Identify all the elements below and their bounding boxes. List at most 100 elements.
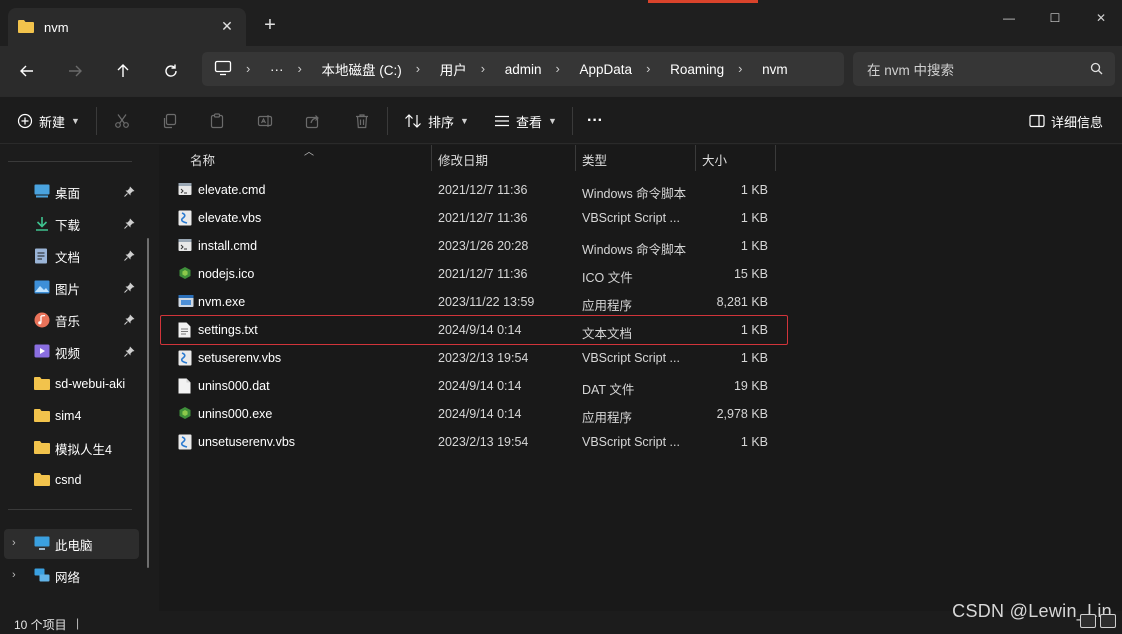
column-divider[interactable] xyxy=(575,145,576,171)
pin-icon[interactable] xyxy=(124,282,135,296)
sidebar-item-this-pc[interactable]: › 此电脑 xyxy=(4,529,139,559)
more-options-button[interactable]: ··· xyxy=(587,109,603,133)
file-row[interactable]: install.cmd 2023/1/26 20:28 Windows 命令脚本 1 … xyxy=(159,232,789,260)
file-row[interactable]: elevate.vbs 2021/12/7 11:36 VBScript Scrip… xyxy=(159,204,789,232)
copy-button[interactable] xyxy=(162,109,178,133)
refresh-icon xyxy=(165,64,177,77)
details-pane-button[interactable]: 详细信息 xyxy=(1029,109,1103,133)
sidebar-item[interactable]: sd-webui-aki xyxy=(0,369,140,399)
sidebar-item[interactable]: 下载 xyxy=(0,209,140,239)
column-header-modified[interactable]: 修改日期 xyxy=(438,145,488,173)
sidebar-item[interactable]: 模拟人生4 xyxy=(0,433,140,463)
new-label: 新建 xyxy=(39,114,66,130)
details-pane-icon xyxy=(1029,114,1045,128)
pin-icon[interactable] xyxy=(124,186,135,200)
column-header-size[interactable]: 大小 xyxy=(702,145,727,173)
file-row[interactable]: nvm.exe 2023/11/22 13:59 应用程序 8,281 KB xyxy=(159,288,789,316)
share-button[interactable] xyxy=(305,109,321,133)
breadcrumb-users[interactable]: 用户 xyxy=(440,59,467,79)
file-row[interactable]: nodejs.ico 2021/12/7 11:36 ICO 文件 15 KB xyxy=(159,260,789,288)
forward-button[interactable] xyxy=(61,57,89,85)
folder-icon xyxy=(34,472,50,489)
back-button[interactable] xyxy=(13,57,41,85)
sort-ascending-icon: ︿ xyxy=(304,147,314,158)
pin-icon[interactable] xyxy=(124,314,135,328)
column-divider[interactable] xyxy=(431,145,432,171)
close-window-button[interactable]: ✕ xyxy=(1078,6,1122,30)
up-arrow-icon xyxy=(117,64,129,77)
cut-icon xyxy=(115,114,129,128)
file-row[interactable]: elevate.cmd 2021/12/7 11:36 Windows 命令脚本 1 … xyxy=(159,176,789,204)
tiles-view-button[interactable] xyxy=(1100,614,1116,628)
file-type: Windows 命令脚本 xyxy=(582,243,687,257)
vbs-file-icon xyxy=(178,210,192,229)
sidebar-item[interactable]: 音乐 xyxy=(0,305,140,335)
file-modified: 2024/9/14 0:14 xyxy=(438,379,522,393)
file-row[interactable]: unsetuserenv.vbs 2023/2/13 19:54 VBScript … xyxy=(159,428,789,456)
sidebar-item[interactable]: 图片 xyxy=(0,273,140,303)
music-icon xyxy=(34,312,50,331)
sidebar-scrollbar[interactable] xyxy=(147,238,149,568)
rename-button[interactable] xyxy=(257,109,273,133)
file-list: ︿ 名称 修改日期 类型 大小 elevate.cmd 2021/12/7 11:… xyxy=(159,145,1122,611)
pin-icon[interactable] xyxy=(124,250,135,264)
file-size: 1 KB xyxy=(740,239,768,253)
chevron-right-icon: › xyxy=(480,61,486,76)
file-row[interactable]: unins000.exe 2024/9/14 0:14 应用程序 2,978 KB xyxy=(159,400,789,428)
column-divider[interactable] xyxy=(695,145,696,171)
maximize-button[interactable]: ☐ xyxy=(1032,6,1078,30)
divider xyxy=(96,107,97,135)
breadcrumb-drive[interactable]: 本地磁盘 (C:) xyxy=(322,59,402,79)
search-input[interactable]: 在 nvm 中搜索 xyxy=(867,59,954,79)
new-tab-button[interactable]: + xyxy=(258,14,282,38)
sidebar-item-label: 桌面 xyxy=(55,186,81,201)
nodejs-icon xyxy=(178,266,192,283)
sidebar-item[interactable]: 文档 xyxy=(0,241,140,271)
sidebar-item-label: 视频 xyxy=(55,346,81,361)
navigation-bar: › ··· › 本地磁盘 (C:) › 用户 › admin › AppData… xyxy=(0,46,1122,96)
chevron-right-icon[interactable]: › xyxy=(12,569,16,581)
tab-close-button[interactable]: ✕ xyxy=(218,17,236,35)
chevron-right-icon: › xyxy=(555,61,560,76)
file-type: VBScript Script ... xyxy=(582,351,680,365)
refresh-button[interactable] xyxy=(157,57,185,85)
breadcrumb-roaming[interactable]: Roaming xyxy=(670,62,724,77)
column-divider[interactable] xyxy=(775,145,776,171)
file-size: 8,281 KB xyxy=(716,295,768,309)
tab-nvm[interactable]: nvm ✕ xyxy=(8,8,246,46)
cmd-file-icon xyxy=(178,182,192,199)
sidebar-item[interactable]: csnd xyxy=(0,465,140,495)
address-bar[interactable]: › ··· › 本地磁盘 (C:) › 用户 › admin › AppData… xyxy=(202,52,844,86)
view-button[interactable]: 查看 ▼ xyxy=(494,109,557,133)
sidebar-item-label: 模拟人生4 xyxy=(55,442,112,457)
sidebar-item[interactable]: 桌面 xyxy=(0,177,140,207)
paste-button[interactable] xyxy=(209,109,225,133)
chevron-right-icon: › xyxy=(297,61,302,76)
file-size: 1 KB xyxy=(740,351,768,365)
sort-button[interactable]: 排序 ▼ xyxy=(404,109,469,133)
breadcrumb-nvm[interactable]: nvm xyxy=(762,62,788,77)
share-icon xyxy=(305,115,319,129)
file-row[interactable]: setuserenv.vbs 2023/2/13 19:54 VBScript Sc… xyxy=(159,344,789,372)
sidebar-item[interactable]: sim4 xyxy=(0,401,140,431)
column-header-name[interactable]: 名称 xyxy=(190,145,215,173)
pin-icon[interactable] xyxy=(124,346,135,360)
chevron-right-icon[interactable]: › xyxy=(12,537,16,549)
details-view-button[interactable] xyxy=(1080,614,1096,628)
search-box[interactable]: 在 nvm 中搜索 xyxy=(853,52,1115,86)
sidebar-item-network[interactable]: › 网络 xyxy=(0,561,140,591)
breadcrumb-appdata[interactable]: AppData xyxy=(580,62,633,77)
breadcrumb-admin[interactable]: admin xyxy=(505,62,542,77)
new-button[interactable]: 新建 ▼ xyxy=(17,109,80,133)
forward-arrow-icon xyxy=(69,65,82,77)
folder-icon xyxy=(34,376,50,393)
delete-button[interactable] xyxy=(354,109,370,133)
cut-button[interactable] xyxy=(114,109,130,133)
sidebar-item[interactable]: 视频 xyxy=(0,337,140,367)
breadcrumb-more[interactable]: ··· xyxy=(270,62,284,77)
column-header-type[interactable]: 类型 xyxy=(582,145,607,173)
up-button[interactable] xyxy=(109,57,137,85)
minimize-button[interactable]: — xyxy=(986,6,1032,30)
file-row[interactable]: unins000.dat 2024/9/14 0:14 DAT 文件 19 KB xyxy=(159,372,789,400)
pin-icon[interactable] xyxy=(124,218,135,232)
